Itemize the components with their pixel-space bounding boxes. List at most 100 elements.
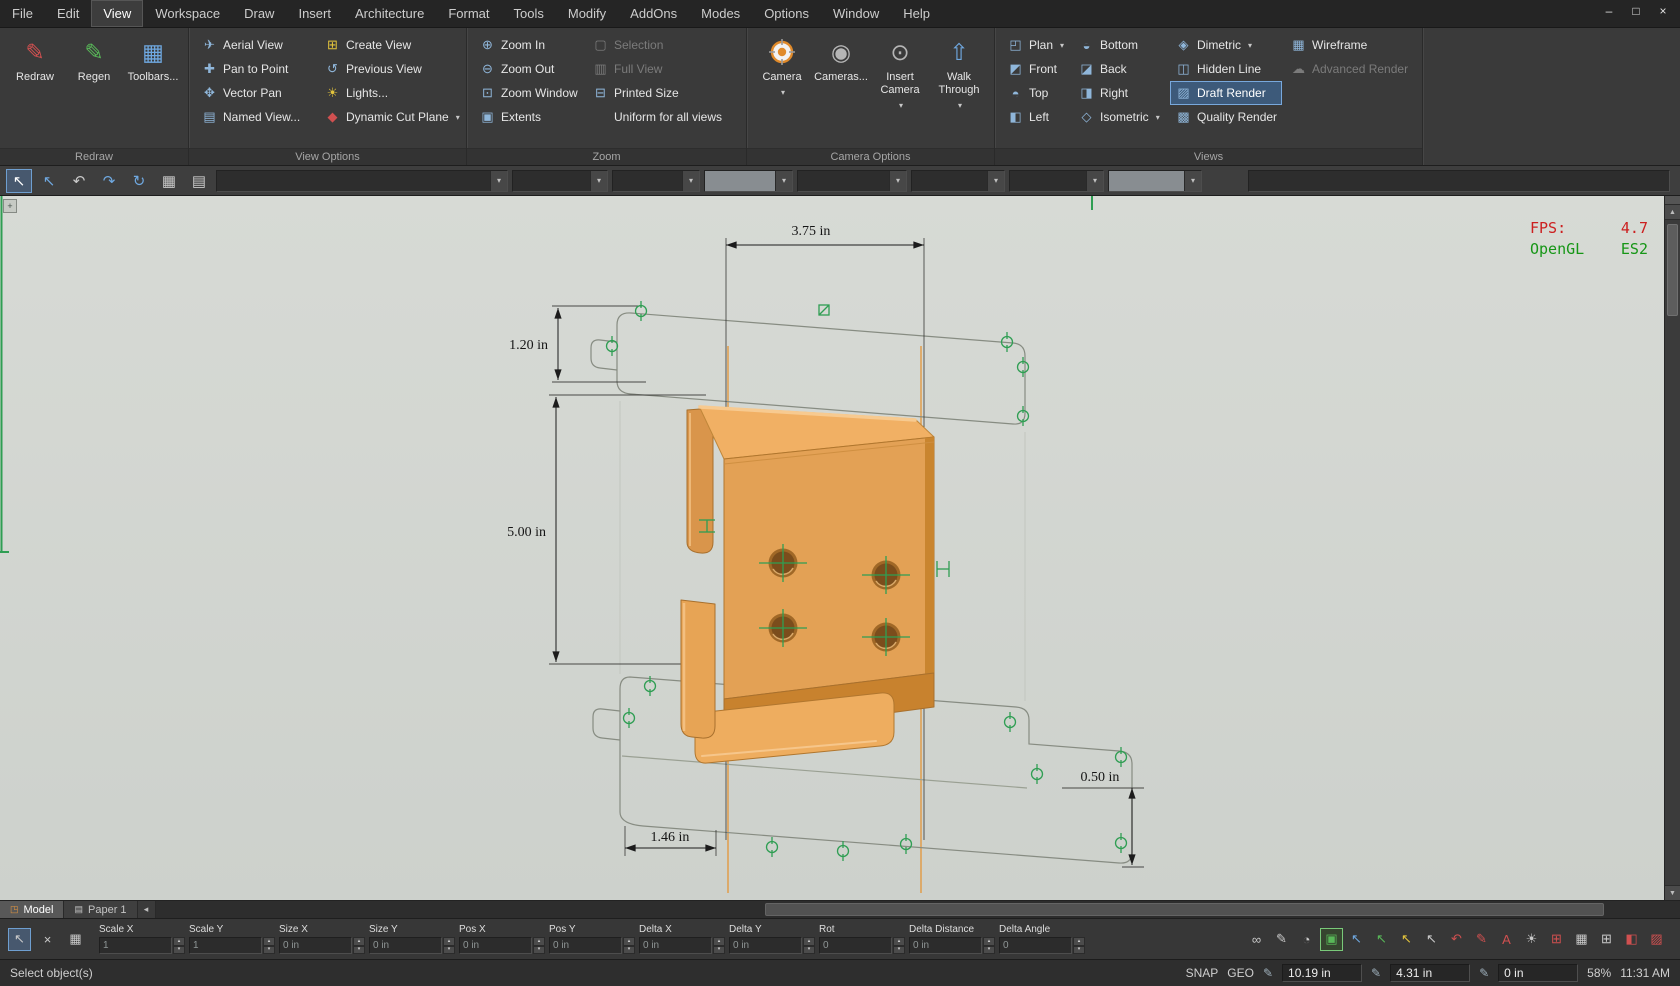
toolbar-combo-2[interactable]: ▾: [512, 170, 608, 192]
insert-camera-button[interactable]: ⊙ Insert Camera ▾: [872, 33, 928, 131]
delta-x-input[interactable]: 0 in: [639, 937, 712, 954]
chevron-down-icon[interactable]: ▾: [590, 171, 607, 191]
create-view-button[interactable]: ⊞ Create View: [319, 33, 459, 57]
menu-item-help[interactable]: Help: [891, 0, 942, 27]
restore-button[interactable]: □: [1623, 2, 1649, 20]
select-3d-button[interactable]: ↖: [1370, 928, 1393, 951]
spin-down-icon[interactable]: ▾: [1073, 946, 1085, 955]
canvas-nav-widget[interactable]: +: [3, 199, 17, 213]
spin-down-icon[interactable]: ▾: [533, 946, 545, 955]
toolbar-combo-8[interactable]: ▾: [1108, 170, 1202, 192]
toolbar-combo-7[interactable]: ▾: [1009, 170, 1104, 192]
table-view-button[interactable]: ▦: [1570, 928, 1593, 951]
drawing-canvas[interactable]: 3.75 in 1.20 in 5.00 in 1.46 in 0.50 in: [0, 196, 1664, 900]
snap-grid-button[interactable]: ⊞: [1545, 928, 1568, 951]
spin-up-icon[interactable]: ▴: [983, 937, 995, 946]
extents-button[interactable]: ▣ Extents: [474, 105, 584, 129]
menu-item-format[interactable]: Format: [436, 0, 501, 27]
cameras-button[interactable]: ◉ Cameras...: [813, 33, 869, 131]
spin-down-icon[interactable]: ▾: [803, 946, 815, 955]
uniform-views-button[interactable]: Uniform for all views: [587, 105, 739, 129]
zoom-selection-button[interactable]: ▢ Selection: [587, 33, 739, 57]
toolbar-combo-4[interactable]: ▾: [704, 170, 793, 192]
delta-y-input[interactable]: 0 in: [729, 937, 802, 954]
advanced-render-button[interactable]: ☁ Advanced Render: [1285, 57, 1415, 81]
toolbar-combo-5[interactable]: ▾: [797, 170, 907, 192]
walk-through-button[interactable]: ⇧ Walk Through ▾: [931, 33, 987, 131]
refresh-button[interactable]: ↻: [126, 169, 152, 193]
scale-y-input[interactable]: 1: [189, 937, 262, 954]
plan-view-button[interactable]: ◰ Plan ▾: [1002, 33, 1070, 57]
toolbar-combo-6[interactable]: ▾: [911, 170, 1005, 192]
pos-x-input[interactable]: 0 in: [459, 937, 532, 954]
workplane-button[interactable]: ▣: [1320, 928, 1343, 951]
undo-button[interactable]: ↶: [66, 169, 92, 193]
dimetric-view-button[interactable]: ◈ Dimetric ▾: [1170, 33, 1282, 57]
link-button[interactable]: ∞: [1245, 928, 1268, 951]
camera-button[interactable]: Camera ▾: [754, 33, 810, 131]
menu-item-draw[interactable]: Draw: [232, 0, 286, 27]
spin-down-icon[interactable]: ▾: [893, 946, 905, 955]
menu-item-workspace[interactable]: Workspace: [143, 0, 232, 27]
spin-up-icon[interactable]: ▴: [623, 937, 635, 946]
scroll-down-icon[interactable]: ▼: [1665, 885, 1680, 900]
quality-render-button[interactable]: ▩ Quality Render: [1170, 105, 1282, 129]
menu-item-architecture[interactable]: Architecture: [343, 0, 436, 27]
spin-up-icon[interactable]: ▴: [1073, 937, 1085, 946]
spin-up-icon[interactable]: ▴: [353, 937, 365, 946]
spin-down-icon[interactable]: ▾: [263, 946, 275, 955]
full-view-button[interactable]: ▥ Full View: [587, 57, 739, 81]
zoom-window-button[interactable]: ⊡ Zoom Window: [474, 81, 584, 105]
spin-down-icon[interactable]: ▾: [173, 946, 185, 955]
command-field[interactable]: [1248, 170, 1670, 192]
dynamic-cut-plane-button[interactable]: ◆ Dynamic Cut Plane ▾: [319, 105, 459, 129]
scale-x-input[interactable]: 1: [99, 937, 172, 954]
chevron-down-icon[interactable]: ▾: [889, 171, 906, 191]
bottom-view-button[interactable]: ◒ Bottom: [1073, 33, 1167, 57]
pick-point-button[interactable]: ↖: [36, 169, 62, 193]
horizontal-scroll-thumb[interactable]: [765, 903, 1603, 916]
pos-y-input[interactable]: 0 in: [549, 937, 622, 954]
spin-down-icon[interactable]: ▾: [623, 946, 635, 955]
spin-up-icon[interactable]: ▴: [533, 937, 545, 946]
toolbars-button[interactable]: ▦ Toolbars...: [125, 33, 181, 131]
spin-down-icon[interactable]: ▾: [983, 946, 995, 955]
layout-grid-button[interactable]: ⊞: [1595, 928, 1618, 951]
delta-distance-input[interactable]: 0 in: [909, 937, 982, 954]
redraw-button[interactable]: ✎ Redraw: [7, 33, 63, 131]
back-view-button[interactable]: ◪ Back: [1073, 57, 1167, 81]
inspector-table-button[interactable]: ▦: [64, 928, 87, 951]
redline-button[interactable]: ✎: [1470, 928, 1493, 951]
rot-input[interactable]: 0: [819, 937, 892, 954]
menu-item-modify[interactable]: Modify: [556, 0, 618, 27]
pan-to-point-button[interactable]: ✚ Pan to Point: [196, 57, 316, 81]
close-button[interactable]: ×: [1650, 2, 1676, 20]
front-view-button[interactable]: ◩ Front: [1002, 57, 1070, 81]
spin-down-icon[interactable]: ▾: [353, 946, 365, 955]
menu-item-options[interactable]: Options: [752, 0, 821, 27]
sheet-button[interactable]: ▤: [186, 169, 212, 193]
vertical-scrollbar[interactable]: ▲ ▼: [1664, 196, 1680, 900]
top-view-button[interactable]: ◓ Top: [1002, 81, 1070, 105]
menu-item-window[interactable]: Window: [821, 0, 891, 27]
tab-model[interactable]: ◳ Model: [0, 901, 64, 918]
vertical-scroll-track[interactable]: [1665, 220, 1680, 885]
protractor-button[interactable]: ◔: [1295, 928, 1318, 951]
chevron-down-icon[interactable]: ▾: [775, 171, 792, 191]
minimize-button[interactable]: –: [1596, 2, 1622, 20]
style-combo[interactable]: ▾: [216, 170, 508, 192]
vertical-scroll-thumb[interactable]: [1667, 224, 1678, 316]
drawing-viewport[interactable]: 3.75 in 1.20 in 5.00 in 1.46 in 0.50 in: [0, 196, 1664, 900]
spin-up-icon[interactable]: ▴: [263, 937, 275, 946]
scroll-up-icon[interactable]: ▲: [1665, 205, 1680, 220]
light-button[interactable]: ☀: [1520, 928, 1543, 951]
menu-item-tools[interactable]: Tools: [502, 0, 556, 27]
right-view-button[interactable]: ◨ Right: [1073, 81, 1167, 105]
lights-button[interactable]: ☀ Lights...: [319, 81, 459, 105]
regen-button[interactable]: ✎ Regen: [66, 33, 122, 131]
text-style-button[interactable]: A: [1495, 928, 1518, 951]
spin-up-icon[interactable]: ▴: [893, 937, 905, 946]
sketch-pad-button[interactable]: ✎: [1270, 928, 1293, 951]
snap-toggle[interactable]: SNAP: [1186, 966, 1219, 980]
hidden-line-button[interactable]: ◫ Hidden Line: [1170, 57, 1282, 81]
